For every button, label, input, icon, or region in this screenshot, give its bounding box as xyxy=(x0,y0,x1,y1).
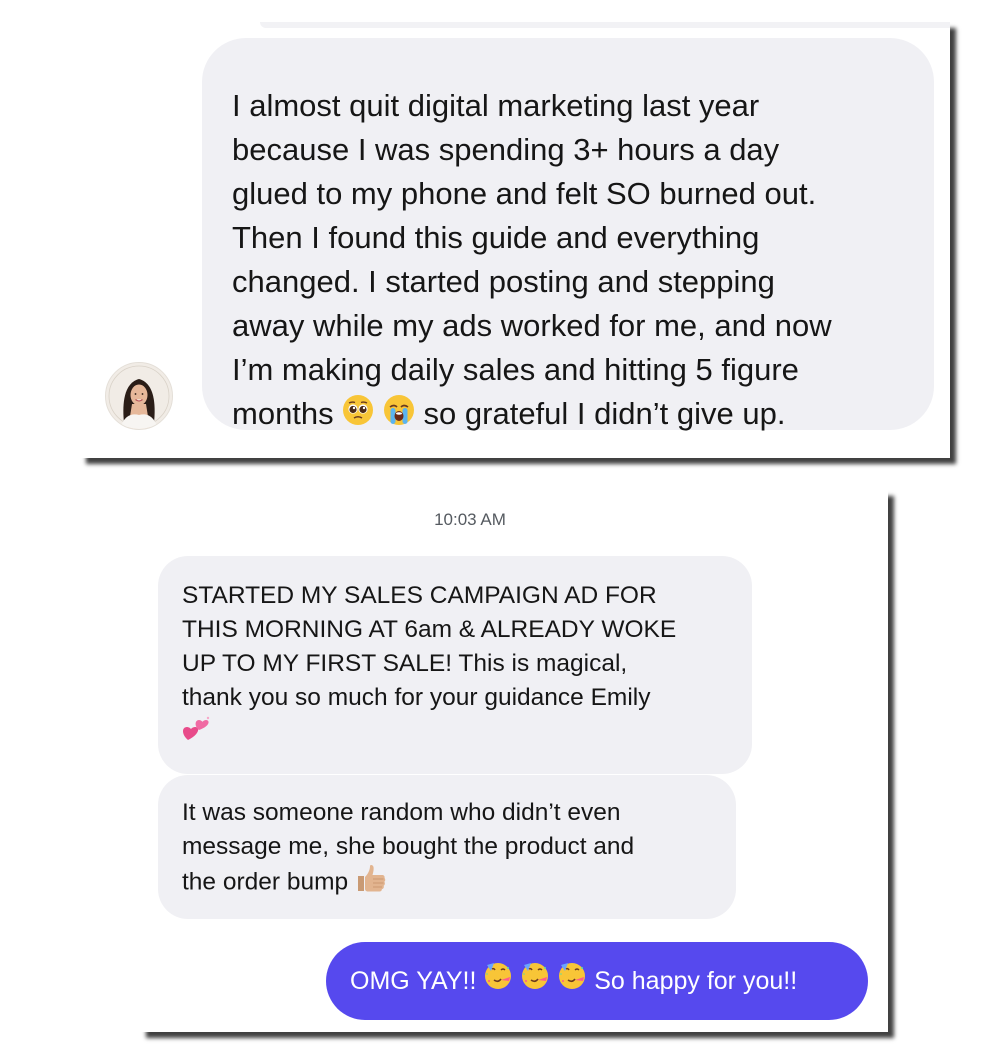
loudly-crying-face-emoji xyxy=(383,394,415,438)
incoming-message-bubble[interactable]: I almost quit digital marketing last yea… xyxy=(202,38,934,431)
incoming-message-bubble-1[interactable]: STARTED MY SALES CAMPAIGN AD FOR THIS MO… xyxy=(158,556,752,774)
page: I almost quit digital marketing last yea… xyxy=(0,0,1000,1060)
pleading-face-emoji xyxy=(342,394,374,438)
message-screenshot-card-2: 10:03 AM STARTED MY SALES CAMPAIGN AD FO… xyxy=(140,490,888,1032)
message-text-2: It was someone random who didn’t even me… xyxy=(182,796,716,902)
thumbs-up-emoji xyxy=(355,864,387,902)
incoming-message-bubble-2[interactable]: It was someone random who didn’t even me… xyxy=(158,775,736,919)
reply-text-start: OMG YAY!! xyxy=(350,967,477,995)
previous-bubble-edge xyxy=(260,22,950,28)
avatar[interactable] xyxy=(105,362,173,430)
two-hearts-emoji xyxy=(182,715,212,755)
message-screenshot-card-1: I almost quit digital marketing last yea… xyxy=(80,22,950,458)
partying-face-emoji xyxy=(557,943,587,1021)
message-body: I almost quit digital marketing last yea… xyxy=(232,88,832,431)
message-body-end: so grateful I didn’t give up. xyxy=(423,396,786,431)
partying-face-emoji xyxy=(520,943,550,1021)
message-text: I almost quit digital marketing last yea… xyxy=(232,84,914,438)
avatar-portrait-icon xyxy=(106,363,172,429)
partying-face-emoji xyxy=(483,943,513,1021)
message-1-emoji-row xyxy=(182,715,732,755)
timestamp: 10:03 AM xyxy=(434,510,506,529)
message-2-body: It was someone random who didn’t even me… xyxy=(182,799,635,896)
message-text-1: STARTED MY SALES CAMPAIGN AD FOR THIS MO… xyxy=(182,582,677,711)
outgoing-reply-bubble[interactable]: OMG YAY!! So happy for you!! xyxy=(326,942,868,1020)
reply-text-end: So happy for you!! xyxy=(594,967,798,995)
